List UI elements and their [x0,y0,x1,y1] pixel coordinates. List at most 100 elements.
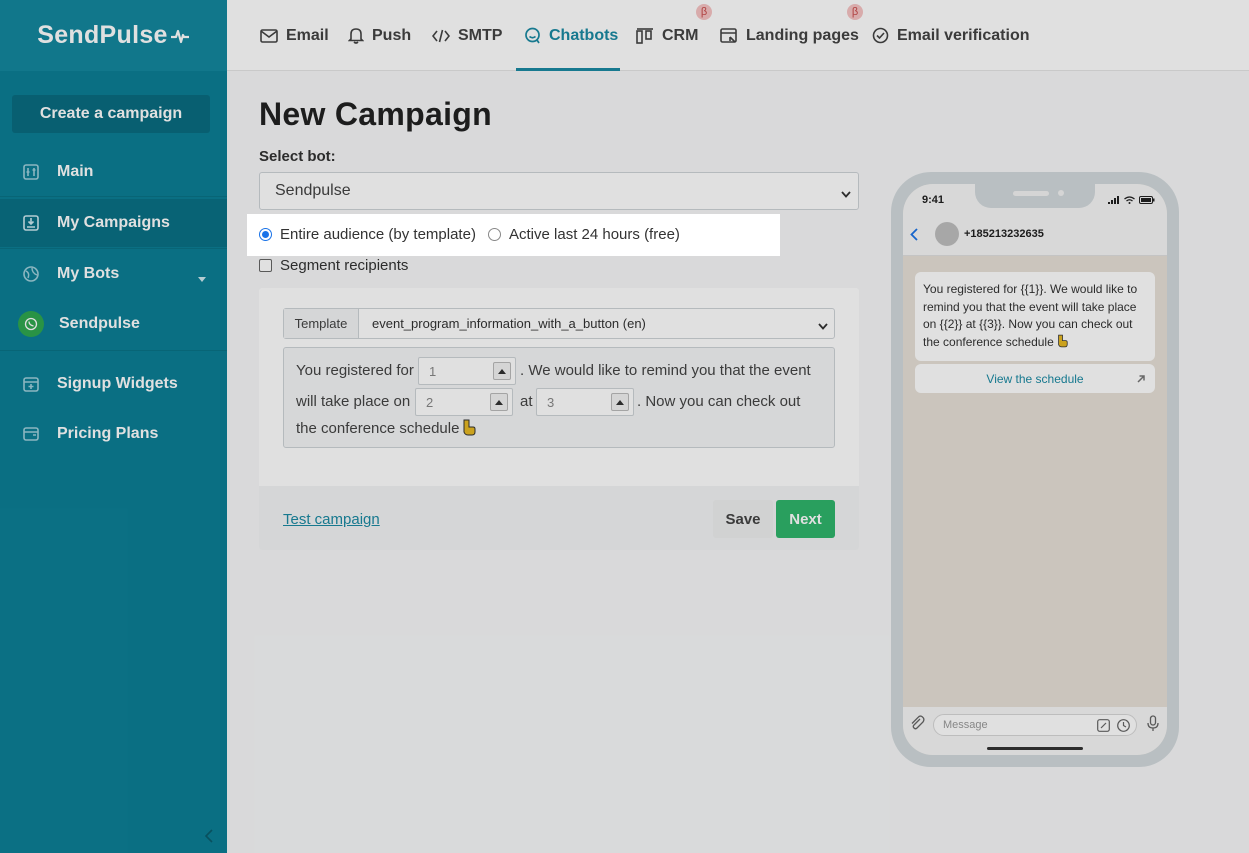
tab-label: Chatbots [549,26,619,44]
clock-icon[interactable] [1117,719,1130,735]
template-text: . We would like to remind you that the e… [520,362,811,379]
select-bot-label: Select bot: [259,148,336,165]
param-3-input[interactable]: 3 [536,388,634,416]
divider [0,196,227,197]
sidebar-item-pricing-plans[interactable]: Pricing Plans [0,410,227,458]
chevron-down-icon [841,185,851,203]
battery-icon [1139,196,1155,204]
chevron-down-icon[interactable] [198,269,206,287]
sendpulse-logo[interactable]: SendPulse [0,0,227,71]
param-2-input[interactable]: 2 [415,388,513,416]
sidebar-item-label: My Campaigns [57,214,170,231]
sidebar-item-my-bots[interactable]: My Bots [0,250,227,298]
sidebar-item-label: Main [57,163,94,180]
code-icon [432,29,450,42]
landing-page-icon [720,27,737,43]
param-value: 1 [429,363,437,379]
template-text: . Now you can check out [637,393,801,410]
tab-label: Landing pages [746,26,859,44]
selected-bot-value: Sendpulse [275,182,351,199]
test-campaign-link[interactable]: Test campaign [283,511,380,528]
template-value[interactable]: event_program_information_with_a_button … [359,309,834,338]
sidebar-item-label: My Bots [57,265,120,282]
whatsapp-icon [18,311,44,337]
collapse-sidebar-icon[interactable] [204,829,214,848]
sidebar-item-label: Sendpulse [59,315,140,332]
divider [0,248,227,249]
message-input[interactable]: Message [933,714,1137,736]
save-button[interactable]: Save [713,500,773,538]
tab-landing-pages[interactable]: Landing pages [720,0,859,71]
phone-preview: 9:41 +185213232635 You registered for {{… [891,172,1179,767]
stepper-up-icon[interactable] [611,393,629,411]
top-navigation: Email Push SMTP Chatbots CRM β Landing p… [227,0,1249,71]
radio-active-last-24h[interactable]: Active last 24 hours (free) [488,226,680,243]
chat-header: +185213232635 [903,214,1167,256]
radio-label: Active last 24 hours (free) [509,226,680,243]
phone-time: 9:41 [922,194,945,206]
pointing-hand-icon [462,419,476,440]
sidebar-item-main[interactable]: Main [0,148,227,196]
template-name: event_program_information_with_a_button … [372,316,646,331]
template-select[interactable]: Template event_program_information_with_… [283,308,835,339]
segment-recipients-checkbox[interactable]: Segment recipients [259,257,408,274]
page-title: New Campaign [259,96,492,132]
phone-screen: 9:41 +185213232635 You registered for {{… [903,184,1167,755]
message-text: You registered for {{1}}. We would like … [923,282,1138,349]
radio-entire-audience[interactable]: Entire audience (by template) [259,226,476,243]
sidebar-item-sendpulse-bot[interactable]: Sendpulse [0,300,227,348]
beta-badge: β [696,4,712,20]
segment-label: Segment recipients [280,257,409,274]
param-value: 3 [547,394,555,410]
create-campaign-button[interactable]: Create a campaign [12,95,210,133]
template-tag: Template [284,309,359,338]
main-icon [21,162,41,182]
checkbox[interactable] [259,259,272,272]
stepper-up-icon[interactable] [493,362,511,380]
pointing-hand-icon [1057,334,1068,354]
param-value: 2 [426,394,434,410]
tab-label: Email verification [897,26,1030,44]
sticker-icon[interactable] [1097,719,1110,735]
template-body: You registered for 1 . We would like to … [283,347,835,448]
bots-icon [21,264,41,284]
tab-smtp[interactable]: SMTP [432,0,502,71]
tab-crm[interactable]: CRM [636,0,698,71]
tab-label: CRM [662,26,699,44]
external-link-icon [1136,373,1146,387]
next-button[interactable]: Next [776,500,835,538]
bot-select[interactable]: Sendpulse [259,172,859,210]
chevron-down-icon [818,318,828,333]
tab-email-verification[interactable]: Email verification [872,0,1030,71]
radio-button[interactable] [259,228,272,241]
sidebar-item-signup-widgets[interactable]: Signup Widgets [0,360,227,408]
beta-badge: β [847,4,863,20]
chatbot-icon [525,27,540,44]
tab-label: Email [286,26,329,44]
tab-chatbots[interactable]: Chatbots [524,0,618,71]
stepper-up-icon[interactable] [490,393,508,411]
back-icon[interactable] [910,228,918,246]
campaigns-icon [21,213,41,233]
message-placeholder: Message [943,719,988,731]
widgets-icon [21,374,41,394]
radio-button[interactable] [488,228,501,241]
tab-email[interactable]: Email [260,0,329,71]
template-card: Template event_program_information_with_… [259,288,859,550]
sidebar-item-my-campaigns[interactable]: My Campaigns [0,199,227,247]
pulse-icon [170,29,189,43]
button-label: View the schedule [986,371,1084,386]
microphone-icon[interactable] [1147,715,1159,737]
sidebar: SendPulse Create a campaign Main My Camp… [0,0,227,853]
view-schedule-button[interactable]: View the schedule [915,364,1155,393]
signal-icon [1108,196,1119,204]
template-text: will take place on [296,393,411,410]
sidebar-item-label: Signup Widgets [57,375,178,392]
template-text: You registered for [296,362,414,379]
tab-push[interactable]: Push [348,0,411,71]
param-1-input[interactable]: 1 [418,357,516,385]
attach-icon[interactable] [909,715,925,736]
message-bubble: You registered for {{1}}. We would like … [915,272,1155,361]
wifi-icon [1124,196,1135,204]
envelope-icon [260,28,278,43]
